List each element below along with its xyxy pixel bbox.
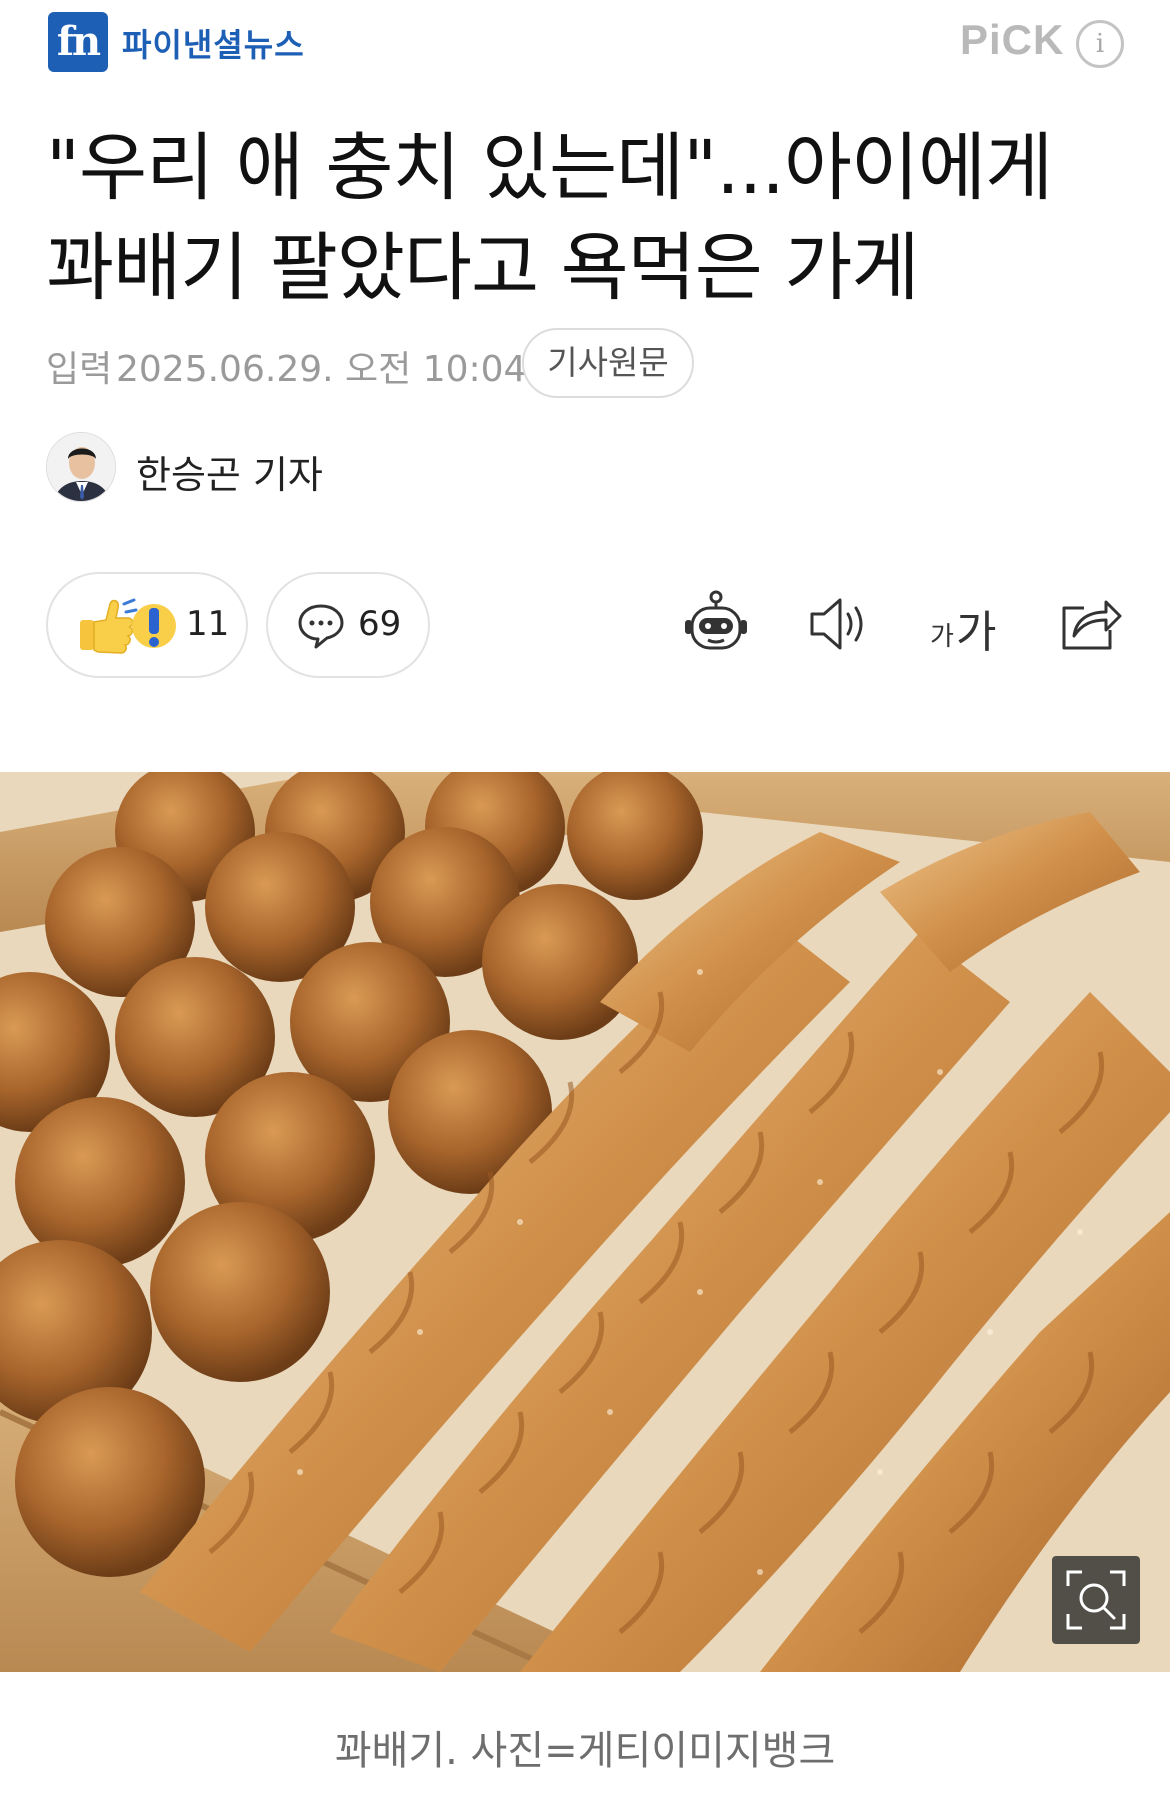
article-photo[interactable] [0,772,1170,1672]
reaction-count: 11 [186,604,230,644]
share-icon[interactable] [1054,588,1126,660]
reporter-name[interactable]: 한승곤 기자 [136,444,323,499]
logo-mark[interactable]: fn [48,12,108,72]
twisted-donut-photo [0,772,1170,1672]
pick-label: PiCK [960,16,1065,63]
speaker-icon[interactable] [804,588,876,660]
logo-text[interactable]: 파이낸셜뉴스 [122,20,305,66]
article-title: "우리 애 충치 있는데"...아이에게 꽈배기 팔았다고 욕먹은 가게 [46,125,1053,311]
reporter-avatar[interactable] [46,432,116,502]
reaction-emoji-icon [80,598,176,654]
site-header: fn 파이낸셜뉴스 PiCK i [0,0,1170,90]
font-size-icon[interactable]: 가 가 [926,588,1006,660]
zoom-image-button[interactable] [1052,1556,1140,1644]
comment-count: 69 [358,604,402,644]
original-article-button[interactable]: 기사원문 [522,328,694,398]
comment-icon [298,604,344,649]
photo-caption: 꽈배기. 사진=게티이미지뱅크 [334,1728,836,1774]
zoom-icon [1066,1570,1126,1630]
robot-summary-icon[interactable] [680,588,752,660]
info-icon[interactable]: i [1076,20,1124,68]
date-label: 입력 [46,349,113,390]
font-size-small-label: 가 [930,622,954,652]
comment-button[interactable]: 69 [266,572,430,678]
font-size-large-label: 가 [956,607,997,658]
reaction-button[interactable]: 11 [46,572,248,678]
publish-date: 2025.06.29. 오전 10:04 [116,349,527,390]
